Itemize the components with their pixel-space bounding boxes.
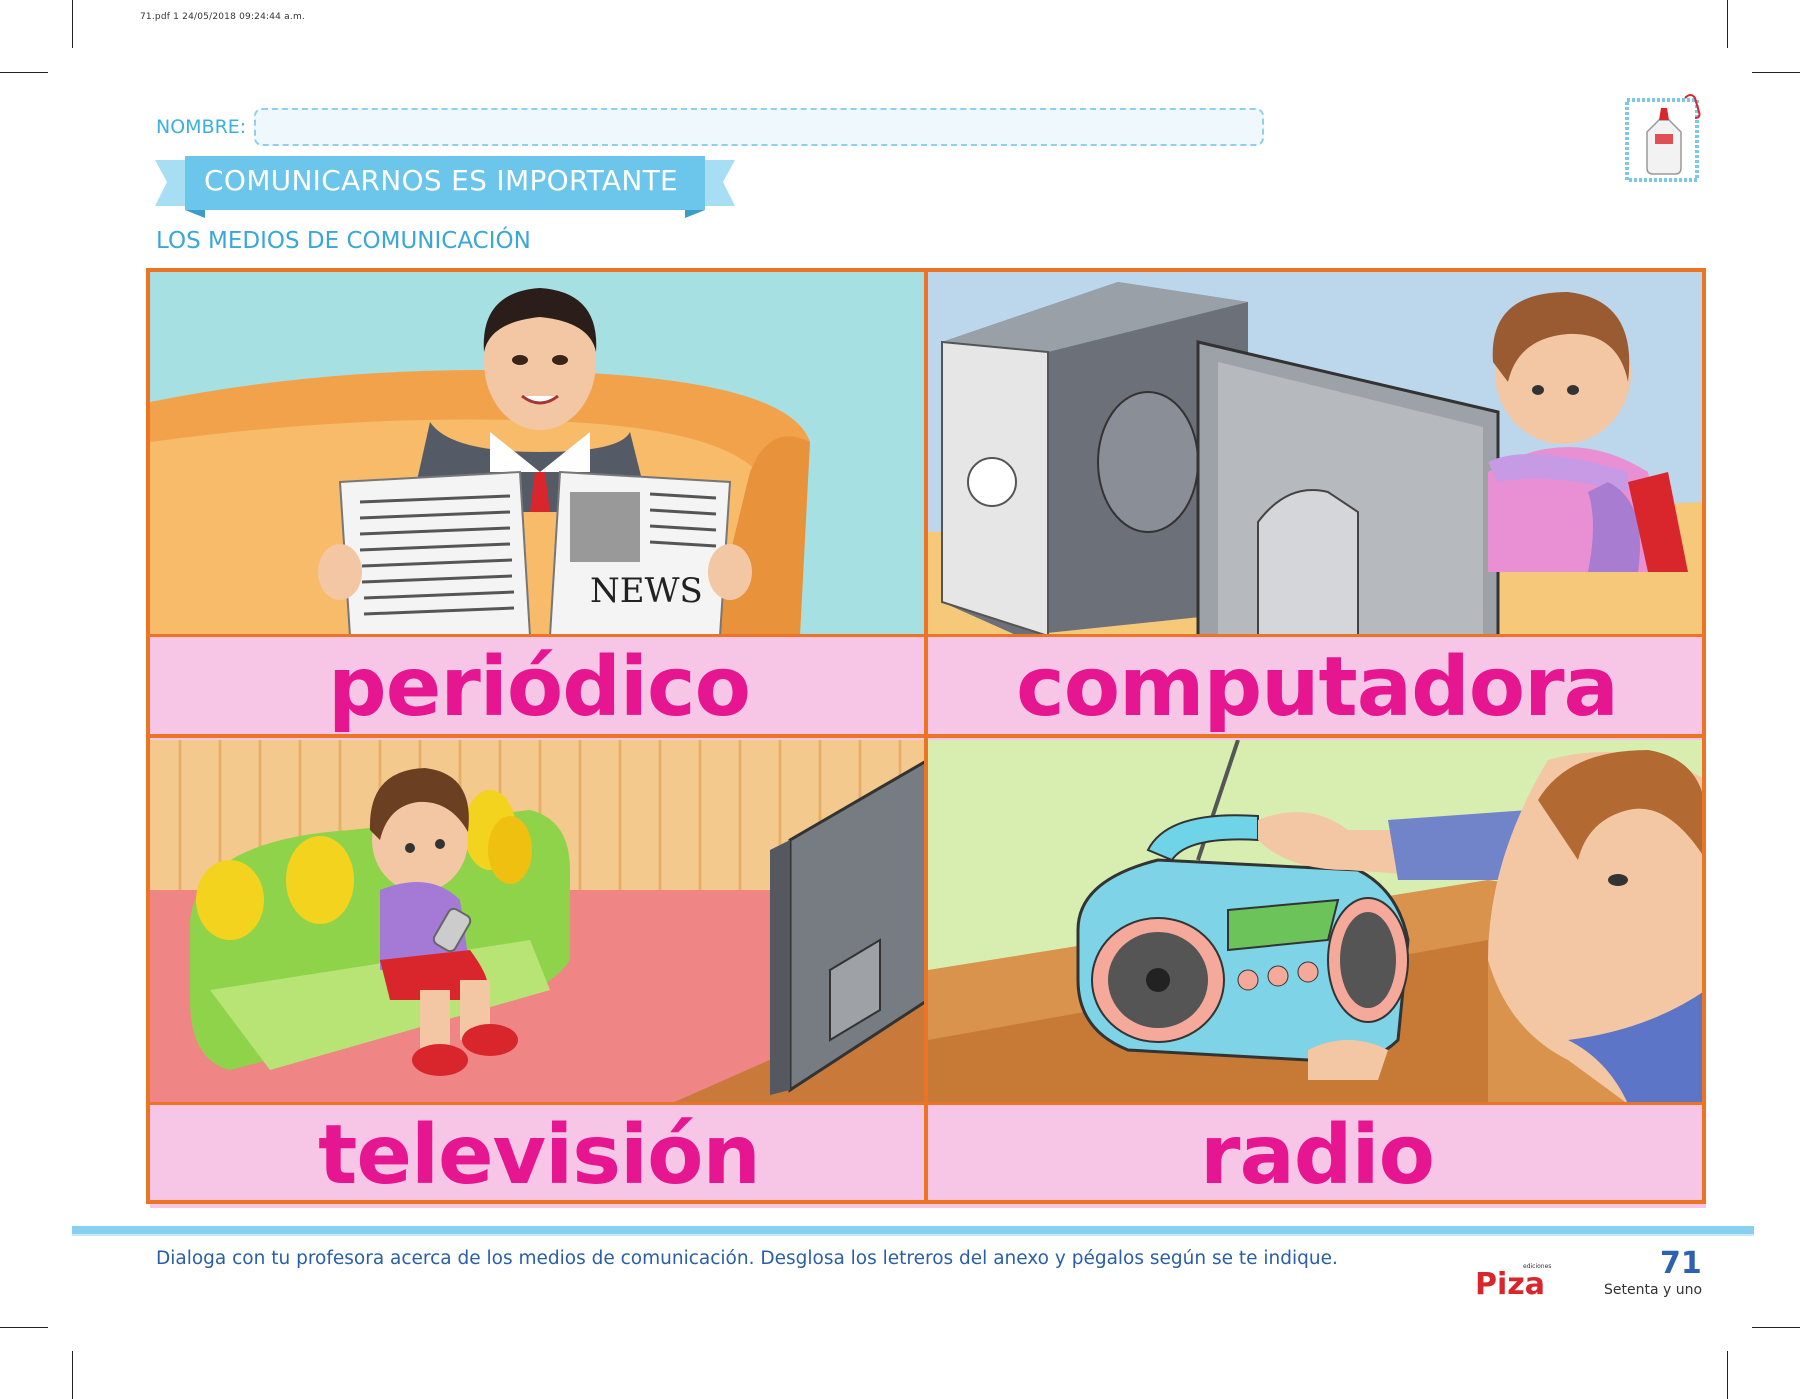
newspaper-headline: NEWS [590,571,703,611]
grid-divider [146,1102,1706,1105]
publisher-logo: Piza ediciones [1475,1263,1551,1296]
section-subtitle: LOS MEDIOS DE COMUNICACIÓN [156,228,531,254]
card-newspaper: NEWS periódico [150,272,928,740]
name-field[interactable] [254,108,1264,146]
publisher-name: Piza [1475,1267,1545,1296]
instructions-text: Dialoga con tu profesora acerca de los m… [156,1248,1338,1269]
name-label: NOMBRE: [156,116,247,138]
crop-mark [1752,72,1800,73]
word-label-television: televisión [318,1108,761,1203]
label-strip: televisión [150,1104,928,1208]
label-strip: radio [928,1104,1706,1208]
word-label-periodico: periódico [328,640,751,735]
word-label-radio: radio [1200,1108,1435,1203]
crop-mark [1727,1351,1728,1399]
crop-mark [1727,0,1728,48]
grid-divider [146,734,1706,738]
computer-illustration [928,272,1706,636]
newspaper-illustration: NEWS [150,272,928,636]
publisher-small: ediciones [1523,1263,1551,1270]
page-number-words: Setenta y uno [1604,1282,1703,1298]
footer-rule [72,1234,1754,1236]
crop-mark [72,1351,73,1399]
page-title: COMUNICARNOS ES IMPORTANTE [204,164,679,197]
card-radio: radio [928,740,1706,1208]
footer-rule [72,1226,1754,1234]
card-computer: computadora [928,272,1706,740]
crop-mark [1752,1327,1800,1328]
card-television: televisión [150,740,928,1208]
glue-bottle-icon [1625,94,1701,182]
label-strip: periódico [150,636,928,740]
radio-illustration [928,740,1706,1104]
page-number: 71 [1660,1246,1702,1281]
crop-mark [72,0,73,48]
label-strip: computadora [928,636,1706,740]
crop-mark [0,72,48,73]
word-label-computadora: computadora [1016,640,1619,735]
media-card-grid: NEWS periódico computadora televisión ra… [146,268,1706,1208]
file-stamp: 71.pdf 1 24/05/2018 09:24:44 a.m. [140,12,305,22]
crop-mark [0,1327,48,1328]
television-illustration [150,740,928,1104]
grid-divider [146,634,1706,637]
